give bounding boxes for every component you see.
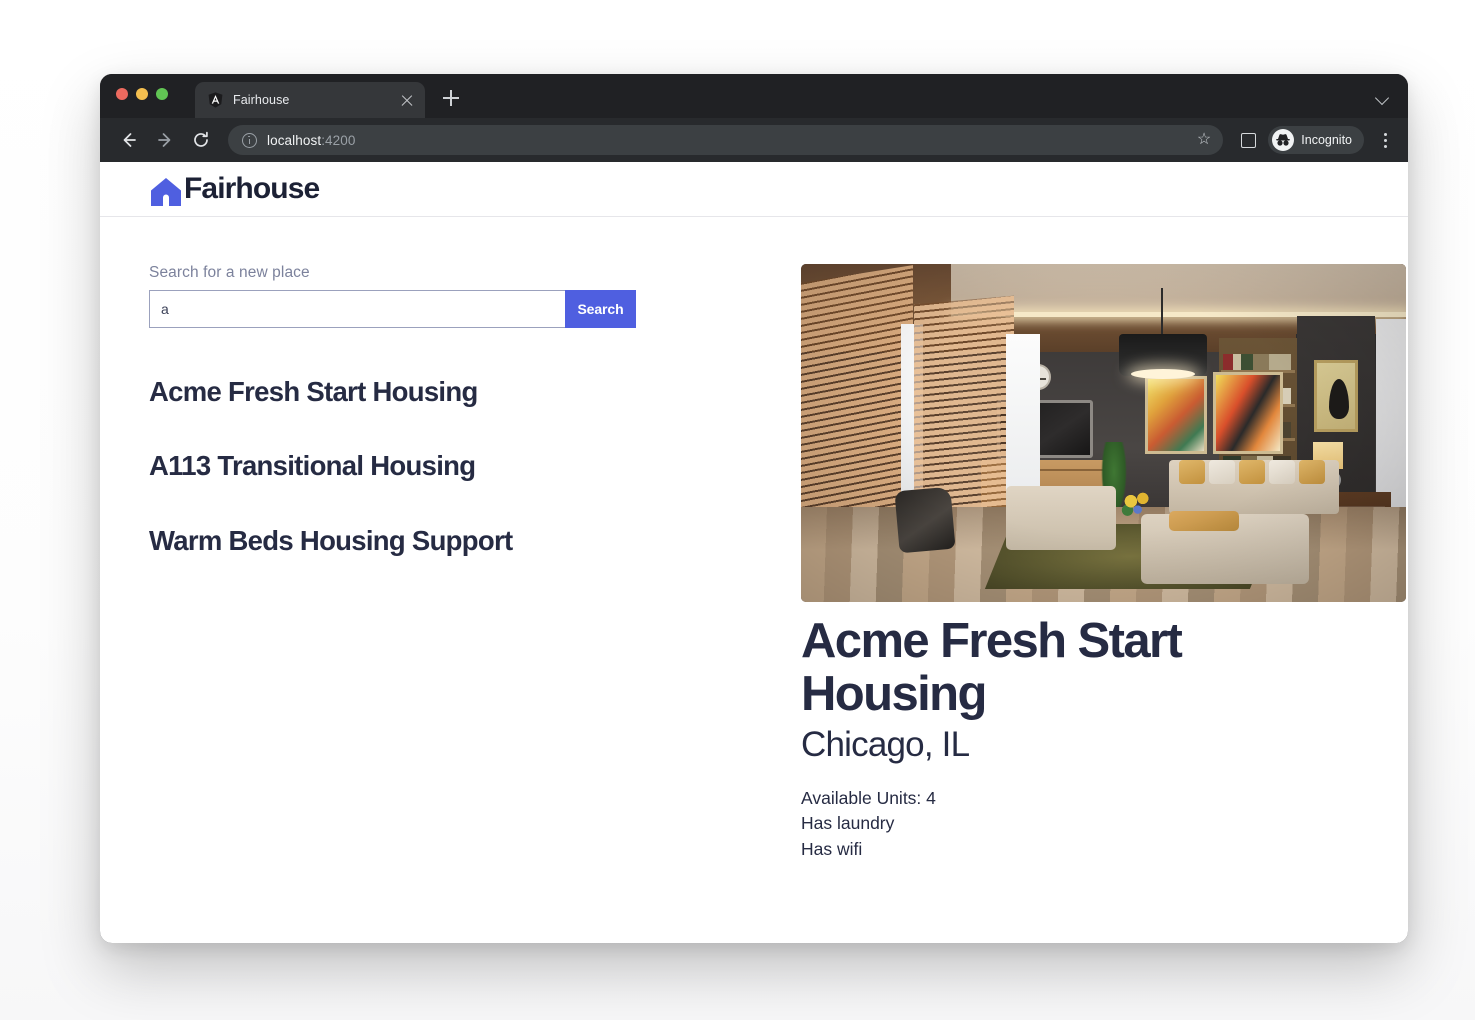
listing-location: Chicago, IL xyxy=(801,724,970,764)
list-item[interactable]: Warm Beds Housing Support xyxy=(149,525,754,556)
search-button[interactable]: Search xyxy=(565,290,636,328)
url-host: localhost xyxy=(267,132,322,148)
list-item[interactable]: A113 Transitional Housing xyxy=(149,450,754,481)
brand-home-link[interactable]: Fairhouse xyxy=(149,171,320,207)
browser-window: Fairhouse localhost:4200 ☆ Incognito Fai… xyxy=(100,74,1408,943)
search-form: Search xyxy=(149,290,636,328)
site-header: Fairhouse xyxy=(100,162,1408,217)
window-controls xyxy=(116,88,168,100)
tab-strip: Fairhouse xyxy=(100,74,1408,118)
listing-photo xyxy=(801,264,1406,602)
address-bar[interactable]: localhost:4200 ☆ xyxy=(228,125,1224,155)
search-label: Search for a new place xyxy=(149,264,310,281)
close-window-button[interactable] xyxy=(116,88,128,100)
minimize-window-button[interactable] xyxy=(136,88,148,100)
house-logo-icon xyxy=(149,173,183,207)
page-viewport: Fairhouse Search for a new place Search … xyxy=(100,162,1408,943)
feature-wifi: Has wifi xyxy=(801,838,863,859)
forward-arrow-icon[interactable] xyxy=(150,125,180,155)
listing-features: Available Units: 4 Has laundry Has wifi xyxy=(801,786,1406,862)
angular-logo-icon xyxy=(208,92,223,108)
url-port: :4200 xyxy=(321,132,356,148)
profile-chip[interactable]: Incognito xyxy=(1268,126,1364,154)
profile-label: Incognito xyxy=(1301,133,1352,147)
listing-detail-column: Acme Fresh Start Housing Chicago, IL Ava… xyxy=(801,264,1406,862)
info-icon[interactable] xyxy=(242,132,257,148)
search-results-column: Search for a new place Search Acme Fresh… xyxy=(149,264,754,862)
feature-available-units: Available Units: 4 xyxy=(801,787,936,808)
reload-icon[interactable] xyxy=(186,125,216,155)
chevron-down-icon[interactable] xyxy=(1374,90,1390,106)
incognito-avatar-icon xyxy=(1272,129,1295,151)
results-list: Acme Fresh Start Housing A113 Transition… xyxy=(149,376,754,556)
browser-tab[interactable]: Fairhouse xyxy=(195,82,425,118)
kebab-menu-icon[interactable] xyxy=(1374,126,1396,154)
brand-name: Fairhouse xyxy=(184,172,320,205)
search-input[interactable] xyxy=(149,290,565,328)
url-text: localhost:4200 xyxy=(267,133,355,148)
main-content: Search for a new place Search Acme Fresh… xyxy=(100,217,1408,862)
star-icon[interactable]: ☆ xyxy=(1197,131,1211,149)
back-arrow-icon[interactable] xyxy=(114,125,144,155)
close-icon[interactable] xyxy=(399,92,415,108)
side-panel-icon[interactable] xyxy=(1241,132,1257,148)
tab-title: Fairhouse xyxy=(233,93,290,107)
feature-laundry: Has laundry xyxy=(801,813,895,834)
browser-toolbar: localhost:4200 ☆ Incognito xyxy=(100,118,1408,162)
list-item[interactable]: Acme Fresh Start Housing xyxy=(149,376,754,407)
plus-icon[interactable] xyxy=(438,85,464,111)
maximize-window-button[interactable] xyxy=(156,88,168,100)
listing-title: Acme Fresh Start Housing xyxy=(801,614,1183,721)
